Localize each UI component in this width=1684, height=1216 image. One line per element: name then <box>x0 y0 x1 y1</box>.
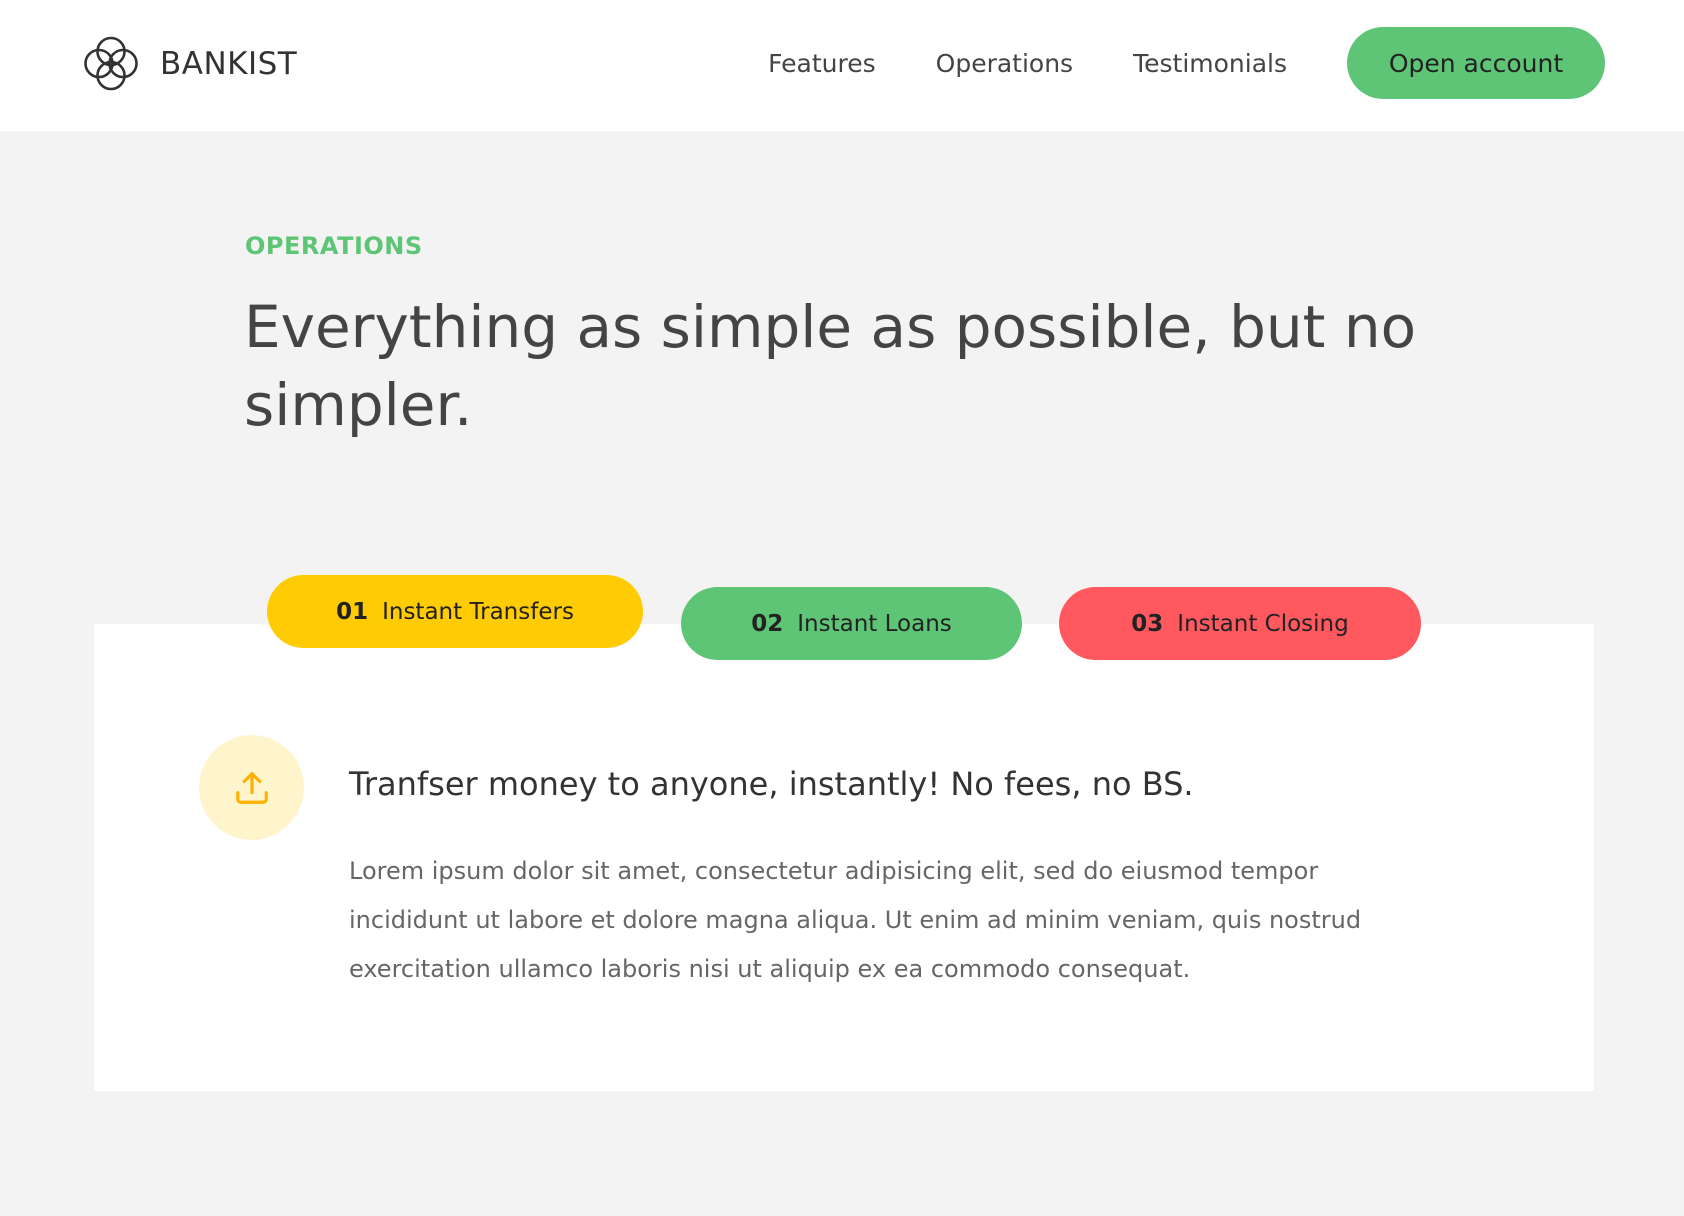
top-navigation-bar: BANKIST Features Operations Testimonials… <box>0 0 1684 131</box>
section-eyebrow: OPERATIONS <box>245 232 423 260</box>
upload-icon <box>235 771 268 804</box>
tab-instant-transfers[interactable]: 01 Instant Transfers <box>267 575 643 648</box>
main-nav: Features Operations Testimonials Open ac… <box>768 27 1605 99</box>
brand-name: BANKIST <box>160 45 298 82</box>
upload-icon-badge <box>199 735 304 840</box>
tab-label: Instant Loans <box>797 610 952 637</box>
content-text: Lorem ipsum dolor sit amet, consectetur … <box>349 857 1362 983</box>
tab-label: Instant Closing <box>1177 610 1349 637</box>
nav-link-features[interactable]: Features <box>768 49 876 78</box>
tab-label: Instant Transfers <box>382 598 574 625</box>
nav-link-testimonials[interactable]: Testimonials <box>1133 49 1287 78</box>
four-circles-logo-icon <box>84 36 138 91</box>
tab-number: 03 <box>1131 610 1164 637</box>
section-heading: Everything as simple as possible, but no… <box>244 293 1417 439</box>
tab-instant-loans[interactable]: 02 Instant Loans <box>681 587 1022 660</box>
tab-number: 02 <box>751 610 784 637</box>
open-account-button[interactable]: Open account <box>1347 27 1605 99</box>
brand-logo[interactable]: BANKIST <box>84 30 297 97</box>
content-title: Tranfser money to anyone, instantly! No … <box>349 765 1194 803</box>
tab-instant-closing[interactable]: 03 Instant Closing <box>1059 587 1421 660</box>
nav-link-operations[interactable]: Operations <box>936 49 1073 78</box>
tab-number: 01 <box>336 598 369 625</box>
